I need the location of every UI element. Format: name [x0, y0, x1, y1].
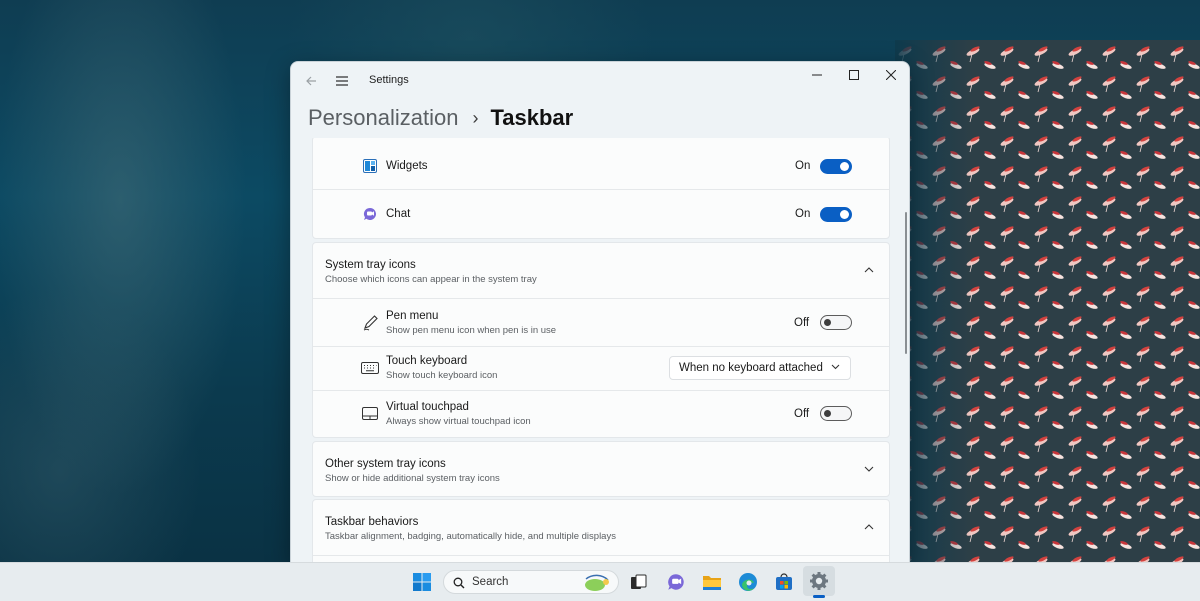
navigation-menu-button[interactable] — [328, 68, 356, 94]
taskbar-behaviors-title: Taskbar behaviors — [325, 516, 418, 528]
settings-content: Widgets On Chat On S — [291, 138, 909, 563]
widgets-icon — [362, 158, 378, 174]
chat-row[interactable]: Chat On — [313, 190, 889, 238]
pen-menu-description: Show pen menu icon when pen is in use — [386, 325, 556, 336]
pen-menu-toggle[interactable] — [820, 315, 852, 330]
windows-taskbar: Search — [0, 562, 1200, 601]
close-icon — [886, 70, 896, 80]
taskbar-behaviors-card: Taskbar behaviors Taskbar alignment, bad… — [312, 499, 890, 563]
minimize-icon — [812, 70, 822, 80]
virtual-touchpad-description: Always show virtual touchpad icon — [386, 416, 531, 427]
chevron-up-icon — [864, 267, 874, 273]
other-tray-subtitle: Show or hide additional system tray icon… — [325, 473, 500, 484]
maximize-button[interactable] — [835, 62, 872, 88]
teams-chat-icon[interactable] — [664, 570, 688, 594]
taskbar-items-card: Widgets On Chat On — [312, 138, 890, 239]
scrollbar-thumb[interactable] — [905, 212, 907, 354]
pen-menu-label: Pen menu — [386, 310, 438, 322]
settings-icon[interactable] — [807, 569, 831, 593]
other-tray-title: Other system tray icons — [325, 458, 446, 470]
start-icon[interactable] — [410, 570, 434, 594]
touch-keyboard-description: Show touch keyboard icon — [386, 370, 497, 381]
active-app-indicator — [813, 595, 825, 598]
flamingo-wallpaper-art — [895, 40, 1200, 562]
chat-toggle[interactable] — [820, 207, 852, 222]
widgets-row[interactable]: Widgets On — [313, 142, 889, 190]
edge-icon[interactable] — [736, 570, 760, 594]
settings-window: Settings Personalization › Taskbar — [290, 61, 910, 563]
taskbar-search-box[interactable]: Search — [443, 570, 619, 594]
search-icon — [453, 577, 465, 589]
touch-keyboard-selected-value: When no keyboard attached — [679, 362, 823, 374]
file-explorer-icon[interactable] — [700, 570, 724, 594]
chevron-up-icon — [864, 524, 874, 530]
store-icon[interactable] — [772, 570, 796, 594]
pen-icon — [361, 313, 379, 331]
search-label: Search — [472, 576, 508, 588]
app-title: Settings — [369, 74, 409, 86]
pen-menu-state: Off — [794, 317, 809, 329]
chevron-down-icon — [864, 466, 874, 472]
row-divider — [313, 555, 889, 556]
close-button[interactable] — [872, 62, 909, 88]
touchpad-icon — [361, 405, 379, 421]
virtual-touchpad-state: Off — [794, 408, 809, 420]
system-tray-subtitle: Choose which icons can appear in the sys… — [325, 274, 537, 285]
pen-menu-row[interactable]: Pen menu Show pen menu icon when pen is … — [313, 299, 889, 346]
system-tray-header[interactable]: System tray icons Choose which icons can… — [313, 243, 889, 298]
touch-keyboard-row[interactable]: Touch keyboard Show touch keyboard icon … — [313, 347, 889, 390]
touch-keyboard-label: Touch keyboard — [386, 355, 467, 367]
keyboard-icon — [360, 360, 380, 376]
widgets-label: Widgets — [386, 160, 428, 172]
hamburger-menu-icon — [335, 75, 349, 87]
breadcrumb: Personalization › Taskbar — [308, 100, 573, 136]
search-highlight-icon — [580, 573, 614, 593]
back-arrow-icon — [305, 75, 317, 87]
virtual-touchpad-label: Virtual touchpad — [386, 401, 469, 413]
widgets-toggle[interactable] — [820, 159, 852, 174]
other-tray-card[interactable]: Other system tray icons Show or hide add… — [312, 441, 890, 497]
page-title: Taskbar — [490, 105, 573, 131]
task-view-icon[interactable] — [627, 570, 651, 594]
taskbar-behaviors-header[interactable]: Taskbar behaviors Taskbar alignment, bad… — [313, 500, 889, 555]
taskbar-behaviors-subtitle: Taskbar alignment, badging, automaticall… — [325, 531, 616, 542]
widgets-state: On — [795, 160, 810, 172]
chat-icon — [362, 206, 378, 222]
breadcrumb-parent-link[interactable]: Personalization — [308, 105, 458, 131]
chat-state: On — [795, 208, 810, 220]
system-tray-title: System tray icons — [325, 259, 416, 271]
minimize-button[interactable] — [798, 62, 835, 88]
virtual-touchpad-row[interactable]: Virtual touchpad Always show virtual tou… — [313, 391, 889, 437]
chevron-down-icon — [831, 364, 840, 370]
breadcrumb-separator: › — [472, 108, 478, 129]
touch-keyboard-dropdown[interactable]: When no keyboard attached — [669, 356, 851, 380]
title-bar: Settings — [291, 62, 909, 100]
back-button[interactable] — [297, 68, 325, 94]
maximize-icon — [849, 70, 859, 80]
system-tray-card: System tray icons Choose which icons can… — [312, 242, 890, 438]
virtual-touchpad-toggle[interactable] — [820, 406, 852, 421]
chat-label: Chat — [386, 208, 410, 220]
